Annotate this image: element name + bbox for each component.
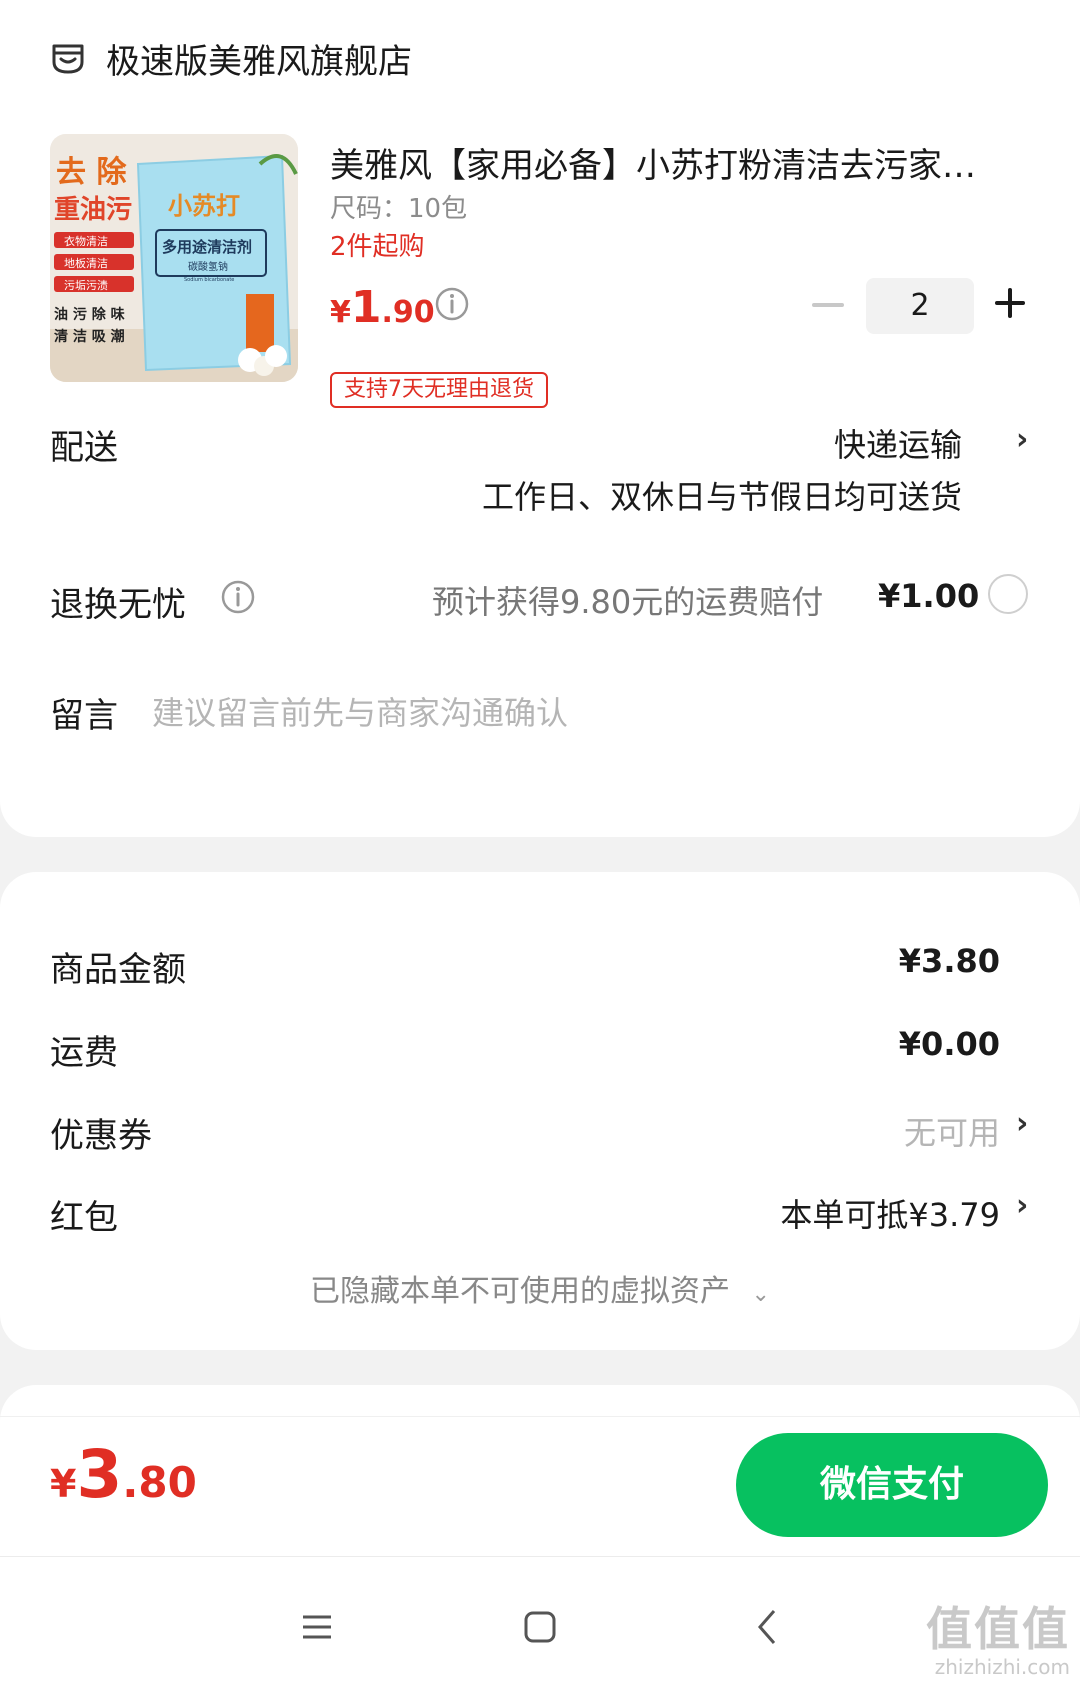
shipping-value: ¥0.00	[898, 1025, 1000, 1063]
delivery-label: 配送	[50, 428, 118, 468]
product-title[interactable]: 美雅风【家用必备】小苏打粉清洁去污家…	[330, 138, 1010, 187]
watermark-logo: 值值值	[926, 1602, 1070, 1656]
quantity-decrease-button[interactable]	[812, 303, 844, 307]
image-tag-1: 衣物清洁	[64, 234, 108, 248]
store-icon	[52, 44, 84, 73]
goods-amount-value: ¥3.80	[898, 942, 1000, 980]
return-worry-radio[interactable]	[988, 574, 1028, 614]
delivery-chevron-icon[interactable]: ›	[1016, 422, 1028, 457]
return-info-icon[interactable]	[220, 579, 256, 615]
redpacket-value[interactable]: 本单可抵¥3.79	[780, 1190, 1000, 1236]
image-tag-2: 地板清洁	[64, 256, 108, 270]
pack-en: Sodium bicarbonate	[184, 277, 234, 283]
image-tag-3: 污垢污渍	[64, 279, 108, 292]
product-price: ¥ 1 .90	[330, 282, 435, 333]
watermark: 值值值 zhizhizhi.com	[926, 1603, 1070, 1679]
hidden-assets-text: 已隐藏本单不可使用的虚拟资产	[310, 1274, 730, 1309]
coupon-value[interactable]: 无可用	[904, 1108, 1000, 1154]
shipping-label: 运费	[50, 1033, 118, 1073]
goods-amount-label: 商品金额	[50, 950, 186, 990]
delivery-schedule: 工作日、双休日与节假日均可送货	[481, 478, 962, 516]
total-symbol: ¥	[50, 1462, 77, 1506]
price-info-icon[interactable]	[434, 286, 470, 322]
return-worry-label: 退换无忧	[50, 585, 186, 625]
message-input[interactable]: 建议留言前先与商家沟通确认	[152, 688, 568, 734]
price-decimal: .90	[381, 295, 435, 330]
price-summary-card: 商品金额 ¥3.80 运费 ¥0.00 优惠券 无可用 › 红包 本单可抵¥3.…	[0, 872, 1080, 1350]
coupon-label: 优惠券	[50, 1116, 152, 1156]
home-icon[interactable]	[520, 1607, 560, 1647]
watermark-url: zhizhizhi.com	[934, 1655, 1070, 1679]
message-label: 留言	[50, 696, 118, 736]
image-bottom-1: 油 污 除 味	[54, 306, 125, 323]
return-worry-description: 预计获得9.80元的运费赔付	[432, 583, 824, 621]
quantity-increase-button[interactable]	[995, 288, 1025, 318]
store-header[interactable]: 极速版美雅风旗舰店	[50, 34, 412, 83]
product-image[interactable]: 去 除 重油污 衣物清洁 地板清洁 污垢污渍 油 污 除 味 清 洁 吸 潮 小…	[50, 134, 298, 382]
price-integer: 1	[350, 282, 382, 333]
system-nav-bar: 值值值 zhizhizhi.com	[0, 1556, 1080, 1685]
return-policy-badge: 支持7天无理由退货	[330, 372, 548, 408]
divider	[0, 1416, 1080, 1417]
hidden-assets-toggle[interactable]: 已隐藏本单不可使用的虚拟资产 ⌄	[0, 1266, 1080, 1310]
quantity-input[interactable]: 2	[866, 278, 974, 334]
redpacket-chevron-icon[interactable]: ›	[1016, 1188, 1028, 1223]
back-icon[interactable]	[748, 1607, 788, 1647]
return-worry-price: ¥1.00	[878, 577, 980, 615]
chevron-down-icon: ⌄	[751, 1282, 770, 1307]
image-title: 去 除	[56, 155, 127, 190]
total-price: ¥ 3 .80	[50, 1436, 197, 1513]
min-purchase-label: 2件起购	[330, 232, 425, 262]
order-card: 极速版美雅风旗舰店 去 除 重油污 衣物清洁 地板清洁 污垢污渍 油 污 除 味…	[0, 0, 1080, 837]
wechat-pay-button[interactable]: 微信支付	[736, 1433, 1048, 1537]
total-decimal: .80	[122, 1458, 197, 1507]
pack-sub: 碳酸氢钠	[188, 260, 228, 273]
pack-title: 小苏打	[168, 192, 240, 220]
pack-main: 多用途清洁剂	[162, 238, 252, 256]
image-bottom-2: 清 洁 吸 潮	[54, 328, 125, 345]
product-illustration: 去 除 重油污 衣物清洁 地板清洁 污垢污渍 油 污 除 味 清 洁 吸 潮 小…	[50, 134, 298, 382]
product-spec[interactable]: 尺码：10包	[330, 188, 467, 225]
coupon-chevron-icon[interactable]: ›	[1016, 1106, 1028, 1141]
price-symbol: ¥	[330, 295, 351, 330]
delivery-method[interactable]: 快递运输	[834, 420, 962, 466]
menu-icon[interactable]	[297, 1607, 337, 1647]
image-subtitle: 重油污	[54, 195, 132, 225]
store-name: 极速版美雅风旗舰店	[106, 42, 412, 82]
total-integer: 3	[76, 1436, 123, 1513]
redpacket-label: 红包	[50, 1198, 118, 1238]
